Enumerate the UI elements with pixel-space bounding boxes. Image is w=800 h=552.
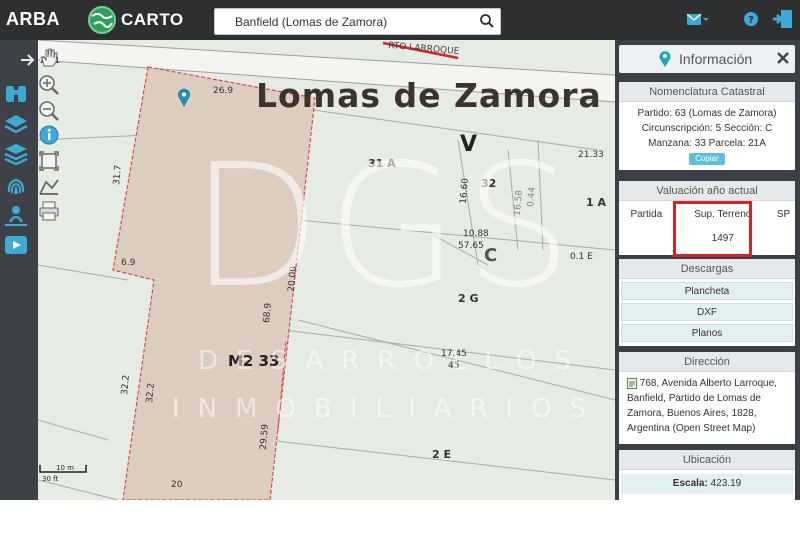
parcel-2g: 2 G — [458, 292, 479, 305]
arba-logo[interactable]: ARBA — [6, 9, 60, 30]
direccion-header: Dirección — [619, 352, 795, 372]
hand-icon[interactable] — [38, 46, 60, 68]
video-icon[interactable] — [3, 232, 29, 258]
print-icon[interactable] — [38, 200, 60, 222]
dim-10-88: 10.88 — [463, 229, 489, 239]
info-icon[interactable] — [38, 124, 60, 146]
search-icon[interactable] — [479, 13, 495, 29]
parcel-32: 32 — [481, 177, 497, 190]
fingerprint-icon[interactable] — [3, 174, 29, 200]
highlight-box — [673, 201, 752, 257]
mail-icon[interactable] — [687, 14, 709, 26]
ubicacion-header: Ubicación — [619, 450, 795, 470]
carto-title: CARTO — [121, 10, 184, 29]
descargas-card: Descargas Plancheta DXF Planos — [619, 259, 795, 346]
nomenclatura-line-3: Manzana: 33 Parcela: 21A — [648, 138, 766, 149]
location-person-icon[interactable] — [3, 202, 29, 228]
parcel-31a: 31 A — [368, 157, 396, 170]
map-canvas[interactable]: Lomas de Zamora RTO LARROQUE V C M2 33 3… — [38, 40, 615, 500]
nomenclatura-card: Nomenclatura Catastral Partido: 63 (Loma… — [619, 82, 795, 170]
direccion-body: 768, Avenida Alberto Larroque, Banfield,… — [619, 372, 795, 440]
cell-sp — [772, 227, 795, 249]
layers-icon[interactable] — [3, 112, 29, 138]
cell-partida — [619, 227, 674, 249]
close-icon[interactable] — [775, 50, 791, 66]
left-toolbar — [0, 40, 38, 500]
scale-bar-sub-label: 30 ft — [42, 475, 59, 483]
zoom-out-icon[interactable] — [38, 100, 60, 122]
scale-value: 423.19 — [710, 478, 742, 489]
dim-20: 20 — [171, 480, 183, 490]
municipality-title: Lomas de Zamora — [256, 76, 602, 115]
col-sp: SP — [776, 208, 791, 220]
scale-row: Escala: 423.19 — [621, 474, 793, 494]
nomenclatura-body: Partido: 63 (Lomas de Zamora) Circunscri… — [619, 102, 795, 170]
measure-icon[interactable] — [38, 176, 60, 198]
top-bar: ARBA CARTO Banfield (Lomas de Zamora) ? — [0, 0, 800, 40]
extent-icon[interactable] — [38, 150, 60, 172]
svg-text:?: ? — [748, 15, 754, 26]
dim-17-45: 17.45 — [441, 349, 467, 359]
valuacion-header: Valuación año actual — [619, 181, 795, 201]
binoculars-icon[interactable] — [3, 80, 29, 106]
dim-31-7: 31.7 — [112, 164, 124, 186]
arrow-right-icon[interactable] — [20, 52, 36, 68]
dim-0-1e: 0.1 E — [570, 252, 593, 262]
dim-6-9: 6.9 — [121, 258, 136, 268]
panel-title: Información — [679, 51, 753, 67]
exit-icon[interactable] — [772, 9, 794, 29]
planos-button[interactable]: Planos — [621, 324, 793, 342]
dim-21-33: 21.33 — [578, 150, 604, 160]
dim-45: 45 — [448, 361, 460, 371]
parcel-1a: 1 A — [586, 196, 606, 209]
info-panel: Información Nomenclatura Catastral Parti… — [615, 40, 800, 500]
location-pin-icon[interactable] — [177, 88, 191, 108]
scale-label: Escala: — [672, 478, 708, 489]
plancheta-button[interactable]: Plancheta — [621, 282, 793, 300]
section-letter-c: C — [484, 245, 498, 266]
carto-globe-icon — [88, 6, 116, 34]
help-icon[interactable]: ? — [744, 12, 758, 26]
layers-stack-icon[interactable] — [3, 142, 29, 168]
ubicacion-card: Ubicación Escala: 423.19 — [619, 450, 795, 500]
col-partida: Partida — [630, 208, 663, 220]
dim-0-44: 0.44 — [526, 186, 538, 208]
dim-57-65: 57.65 — [458, 241, 484, 251]
document-icon — [627, 377, 637, 389]
dxf-button[interactable]: DXF — [621, 303, 793, 321]
search-box[interactable]: Banfield (Lomas de Zamora) — [214, 8, 501, 35]
nomenclatura-header: Nomenclatura Catastral — [619, 82, 795, 102]
nomenclatura-line-2: Circunscripción: 5 Sección: C — [641, 123, 773, 134]
descargas-header: Descargas — [619, 259, 795, 279]
dim-26-9: 26.9 — [213, 86, 234, 96]
scale-bar-label: 10 m — [56, 464, 74, 472]
dim-32-2-b: 32.2 — [145, 382, 157, 404]
direccion-card: Dirección 768, Avenida Alberto Larroque,… — [619, 352, 795, 444]
zoom-in-icon[interactable] — [38, 74, 60, 96]
nomenclatura-line-1: Partido: 63 (Lomas de Zamora) — [637, 108, 777, 119]
search-input[interactable]: Banfield (Lomas de Zamora) — [235, 15, 387, 29]
section-letter-v: V — [460, 132, 478, 157]
panel-header: Información — [619, 45, 795, 73]
direccion-text: 768, Avenida Alberto Larroque, Banfield,… — [627, 378, 777, 434]
manzana-label: M2 33 — [228, 352, 280, 370]
dim-68-9: 68.9 — [262, 302, 274, 324]
parcel-2e: 2 E — [432, 448, 451, 461]
dim-32-2-a: 32.2 — [120, 374, 132, 396]
copy-button[interactable]: Copiar — [689, 153, 725, 165]
map-pin-icon — [659, 51, 671, 67]
